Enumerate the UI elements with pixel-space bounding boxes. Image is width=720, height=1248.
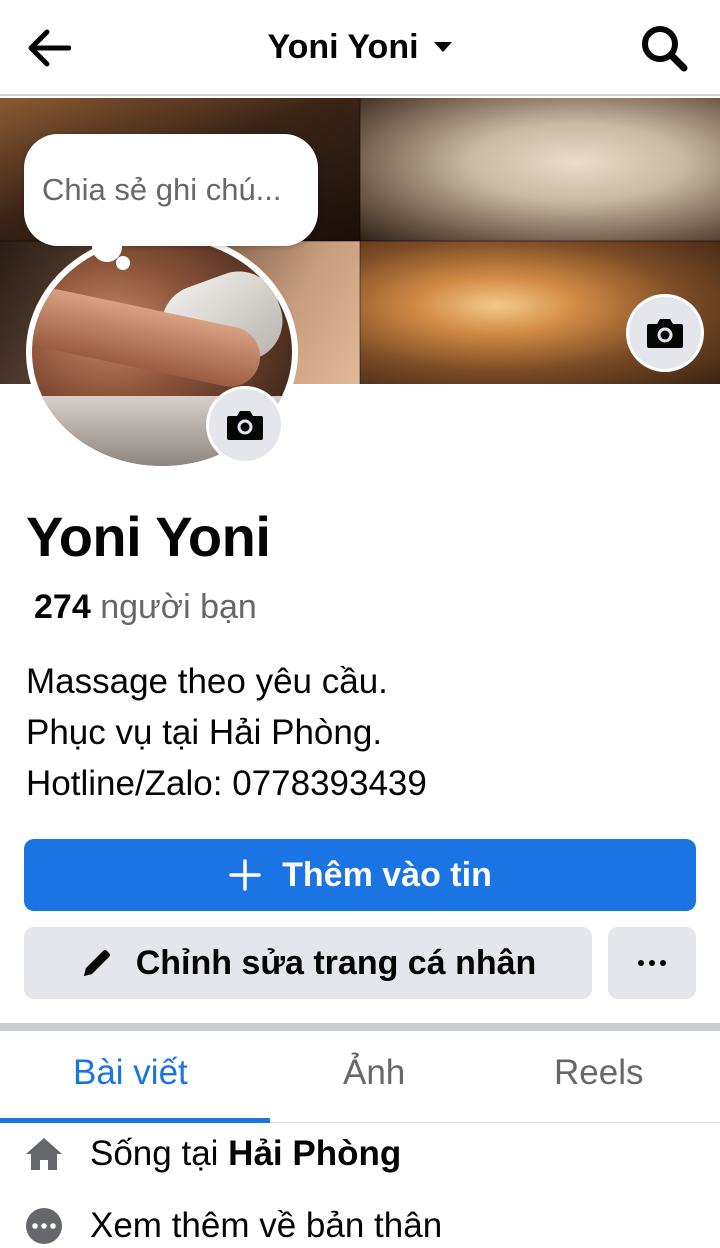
page-title: Yoni Yoni [267,27,419,66]
profile-bio: Massage theo yêu cầu. Phục vụ tại Hải Ph… [26,656,427,809]
caret-down-icon [433,42,452,52]
lives-in-prefix: Sống tại [90,1134,219,1173]
tab-posts[interactable]: Bài viết [73,1053,188,1093]
note-placeholder: Chia sẻ ghi chú... [42,172,282,207]
bio-line: Massage theo yêu cầu. [26,662,388,701]
edit-avatar-button[interactable] [206,386,284,464]
tab-photos[interactable]: Ảnh [343,1053,405,1093]
edit-cover-button[interactable] [626,294,704,372]
more-circle-icon [26,1208,62,1244]
profile-switcher[interactable]: Yoni Yoni [0,24,720,70]
lives-in-text: Sống tại Hải Phòng [90,1134,401,1174]
edit-profile-label: Chỉnh sửa trang cá nhân [135,943,537,982]
edit-profile-button[interactable]: Chỉnh sửa trang cá nhân [24,927,592,999]
section-divider [0,1023,720,1031]
pencil-icon [83,950,110,976]
detail-lives-in: Sống tại Hải Phòng [24,1134,401,1174]
search-icon [642,26,688,72]
add-story-label: Thêm vào tin [282,855,492,894]
camera-icon [647,319,683,348]
profile-tabs: Bài viết Ảnh Reels [0,1031,720,1123]
note-bubble[interactable]: Chia sẻ ghi chú... [24,134,318,246]
camera-icon [227,411,263,440]
bio-line: Phục vụ tại Hải Phòng. [26,713,383,752]
tab-reels[interactable]: Reels [554,1053,643,1093]
profile-name: Yoni Yoni [26,505,271,568]
search-button[interactable] [636,20,692,76]
plus-icon [229,859,261,891]
more-options-button[interactable] [608,927,696,999]
edit-avatar-button-inner [209,389,281,461]
active-tab-indicator [0,1118,270,1123]
friends-count[interactable]: 274 người bạn [34,588,257,627]
detail-see-more[interactable]: Xem thêm về bản thân [24,1206,442,1246]
note-bubble-tail [116,256,130,270]
edit-cover-button-inner [629,297,701,369]
friends-number: 274 [34,588,91,626]
bio-line: Hotline/Zalo: 0778393439 [26,764,427,803]
lives-in-city[interactable]: Hải Phòng [228,1134,401,1173]
cover-tile [360,98,720,241]
add-story-button[interactable]: Thêm vào tin [24,839,696,911]
friends-label: người bạn [100,588,257,626]
more-dots-icon [638,960,666,966]
see-more-label: Xem thêm về bản thân [90,1206,443,1245]
top-bar: Yoni Yoni [0,0,720,96]
home-icon [26,1138,62,1170]
